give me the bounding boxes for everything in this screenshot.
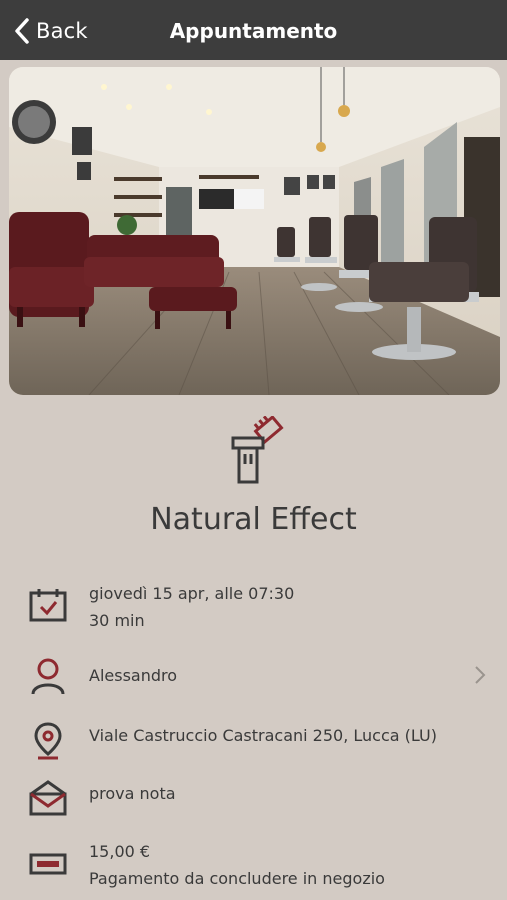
- chevron-right-icon: [475, 666, 486, 684]
- service-name: Natural Effect: [150, 502, 357, 537]
- service-price: 15,00 €: [89, 842, 151, 861]
- staff-row[interactable]: Alessandro: [0, 658, 507, 698]
- envelope-icon: [29, 780, 67, 816]
- top-bar: Back Appuntamento: [0, 0, 507, 60]
- cash-icon: [29, 853, 67, 875]
- shop-address: Viale Castruccio Castracani 250, Lucca (…: [89, 726, 437, 745]
- calendar-check-icon: [29, 589, 67, 622]
- barber-clipper-icon: [231, 416, 284, 484]
- shop-photo: [9, 67, 500, 395]
- appointment-duration: 30 min: [89, 611, 145, 630]
- person-icon: [31, 658, 65, 695]
- appointment-note: prova nota: [89, 784, 176, 803]
- staff-name: Alessandro: [89, 666, 178, 685]
- location-pin-icon: [34, 722, 62, 760]
- page-title: Appuntamento: [169, 19, 338, 43]
- appointment-datetime: giovedì 15 apr, alle 07:30: [89, 584, 295, 603]
- payment-info: Pagamento da concludere in negozio: [89, 869, 385, 888]
